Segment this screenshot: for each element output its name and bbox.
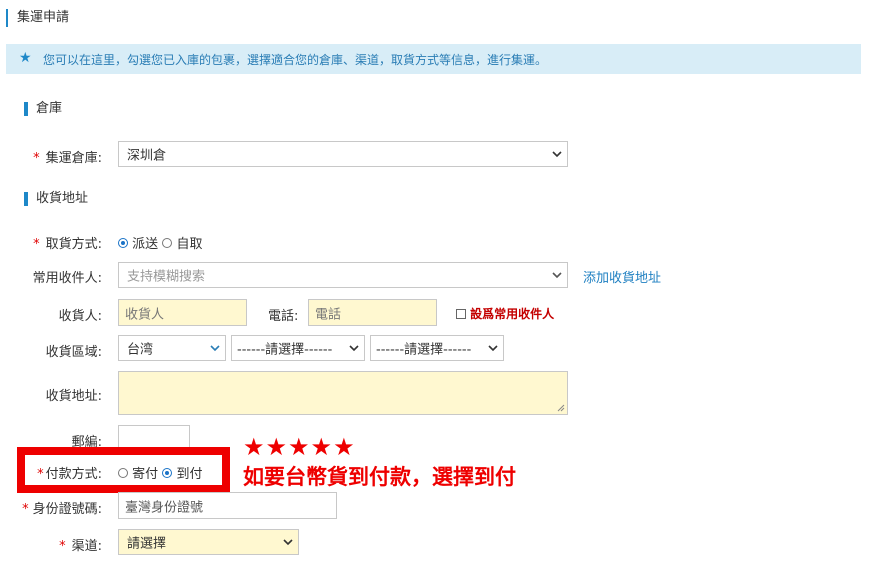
set-common-recipient[interactable]: 設爲常用收件人 (456, 305, 554, 322)
star-icon: ★ (19, 50, 32, 66)
pickup-options: 派送 自取 (118, 233, 202, 252)
region-country-select[interactable]: 台湾 (118, 335, 226, 361)
section-heading-address: 收貨地址 (24, 192, 88, 206)
common-recipient-select[interactable]: 支持模糊搜索 (118, 262, 568, 288)
required-mark: * (33, 151, 40, 166)
required-mark: * (59, 539, 66, 554)
set-common-label: 設爲常用收件人 (470, 307, 555, 321)
page-title: 集運申請 (6, 9, 69, 27)
phone-label: 電話: (268, 309, 299, 324)
region-province-select[interactable]: ------請選擇------ (231, 335, 365, 361)
required-mark: * (33, 237, 40, 252)
channel-label: * 渠道: (59, 539, 102, 554)
required-mark: * (22, 502, 29, 517)
recipient-label: 收貨人: (58, 309, 102, 324)
chevron-down-icon (488, 345, 498, 352)
highlight-box (17, 447, 230, 493)
add-address-link[interactable]: 添加收貨地址 (583, 267, 661, 286)
pickup-radio-self[interactable] (162, 237, 173, 248)
pickup-radio-delivery[interactable] (118, 237, 128, 248)
address-textarea[interactable] (118, 371, 568, 415)
pickup-option-label: 自取 (176, 237, 203, 252)
annotation-stars: ★★★★★ (243, 433, 356, 461)
chevron-down-icon (210, 345, 220, 352)
warehouse-select[interactable]: 深圳倉 (118, 141, 568, 167)
phone-input[interactable]: 電話 (308, 299, 437, 326)
chevron-down-icon (349, 345, 359, 352)
channel-select[interactable]: 請選擇 (118, 529, 299, 555)
region-city-select[interactable]: ------請選擇------ (370, 335, 504, 361)
region-label: 收貨區域: (45, 345, 102, 360)
notice-text: 您可以在這里，勾選您已入庫的包裹，選擇適合您的倉庫、渠道，取貨方式等信息，進行集… (43, 53, 548, 67)
warehouse-label: * 集運倉庫: (33, 151, 102, 166)
set-common-checkbox[interactable] (456, 308, 466, 319)
common-recipient-label: 常用收件人: (32, 271, 102, 286)
address-label: 收貨地址: (45, 389, 102, 404)
id-number-input[interactable]: 臺灣身份證號 (118, 492, 337, 519)
id-label: * 身份證號碼: (22, 502, 102, 517)
chevron-down-icon (552, 272, 562, 279)
chevron-down-icon (283, 539, 293, 546)
chevron-down-icon (552, 151, 562, 158)
recipient-input[interactable]: 收貨人 (118, 299, 247, 326)
annotation-text: 如要台幣貨到付款，選擇到付 (243, 465, 516, 489)
pickup-option-label: 派送 (132, 237, 159, 252)
pickup-label: * 取貨方式: (33, 237, 102, 252)
info-notice: ★ 您可以在這里，勾選您已入庫的包裹，選擇適合您的倉庫、渠道，取貨方式等信息，進… (6, 44, 861, 74)
section-heading-warehouse: 倉庫 (24, 102, 62, 116)
resize-handle-icon[interactable] (557, 404, 565, 412)
